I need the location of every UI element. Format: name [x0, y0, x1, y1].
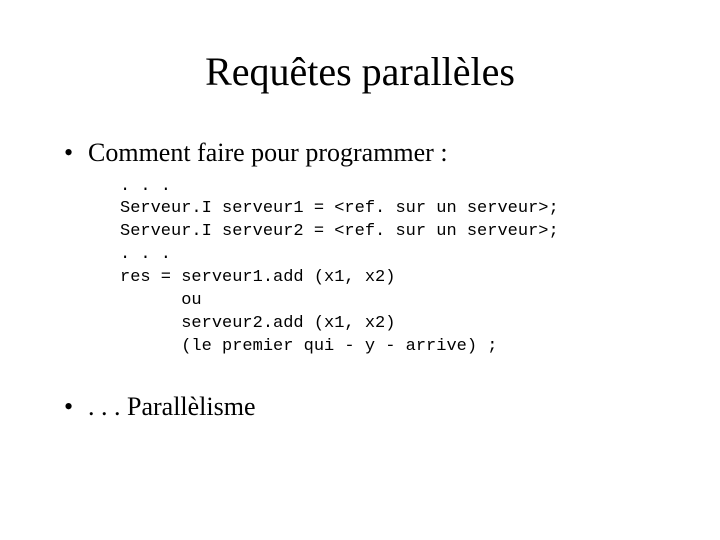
spacer	[60, 373, 660, 391]
bullet-text-1: Comment faire pour programmer :	[88, 138, 448, 167]
slide: Requêtes parallèles Comment faire pour p…	[0, 0, 720, 540]
code-block: . . . Serveur.I serveur1 = <ref. sur un …	[120, 176, 660, 360]
bullet-list: Comment faire pour programmer :	[60, 137, 660, 170]
bullet-list-2: . . . Parallèlisme	[60, 391, 660, 424]
bullet-item-1: Comment faire pour programmer :	[60, 137, 660, 170]
slide-title: Requêtes parallèles	[60, 48, 660, 95]
code-line-5: res = serveur1.add (x1, x2)	[120, 268, 395, 287]
code-line-2: Serveur.I serveur1 = <ref. sur un serveu…	[120, 199, 559, 218]
code-line-6: ou	[120, 291, 202, 310]
code-line-4: . . .	[120, 245, 171, 264]
code-line-1: . . .	[120, 177, 171, 196]
bullet-text-2: . . . Parallèlisme	[88, 392, 256, 421]
code-line-8: (le premier qui - y - arrive) ;	[120, 337, 497, 356]
code-line-3: Serveur.I serveur2 = <ref. sur un serveu…	[120, 222, 559, 241]
bullet-item-2: . . . Parallèlisme	[60, 391, 660, 424]
code-line-7: serveur2.add (x1, x2)	[120, 314, 395, 333]
